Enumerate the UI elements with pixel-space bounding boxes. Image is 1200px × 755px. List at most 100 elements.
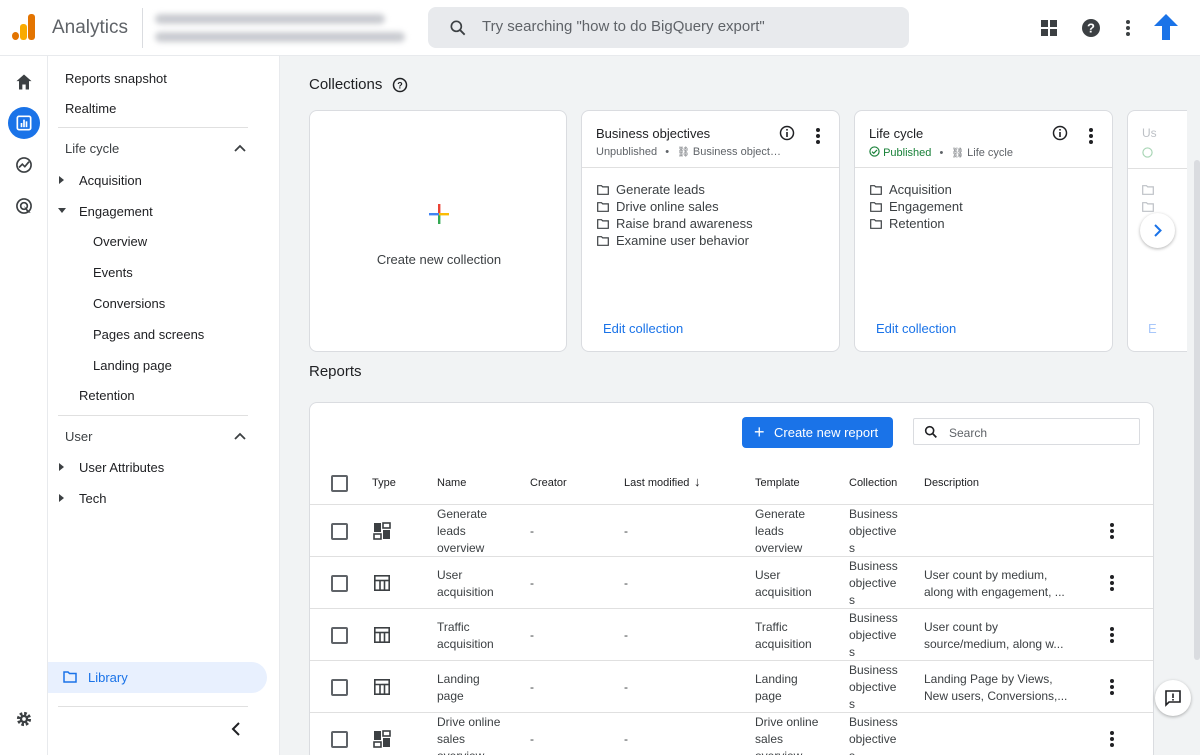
nav-acquisition[interactable]: Acquisition [79, 173, 142, 188]
feedback-button[interactable] [1155, 680, 1191, 716]
card-title: Life cycle [869, 126, 924, 141]
row-checkbox[interactable] [331, 731, 348, 748]
rail-home[interactable] [8, 66, 40, 98]
card-more-icon[interactable] [1089, 128, 1093, 146]
row-more-icon[interactable] [1110, 679, 1114, 697]
status-unpublished: Unpublished [596, 146, 658, 158]
cell-creator: - [530, 732, 534, 746]
cell-modified: - [624, 732, 628, 746]
help-outline-icon[interactable]: ? [392, 77, 408, 93]
info-icon[interactable] [779, 125, 795, 141]
nav-realtime[interactable]: Realtime [65, 101, 116, 116]
cell-name[interactable]: Drive onlinesalesoverview [437, 714, 500, 755]
overview-report-icon [373, 730, 391, 748]
edit-collection-link[interactable]: Edit collection [603, 321, 683, 336]
search-bar[interactable]: Try searching "how to do BigQuery export… [428, 7, 909, 48]
status-published: Published [883, 147, 932, 159]
table-row[interactable]: Generate leads overview - - Generate leads o… [310, 504, 1153, 557]
column-header-name[interactable]: Name [437, 477, 466, 489]
card-status: Published • ⛓ Life cycle [869, 146, 1013, 159]
nav-engagement-events[interactable]: Events [93, 265, 133, 280]
cell-name[interactable]: Generate leads overview [437, 506, 487, 557]
column-header-template[interactable]: Template [755, 477, 800, 489]
detail-report-icon [373, 574, 390, 591]
nav-retention[interactable]: Retention [79, 388, 135, 403]
list-item: Retention [870, 215, 963, 232]
row-checkbox[interactable] [331, 523, 348, 540]
row-more-icon[interactable] [1110, 731, 1114, 749]
row-checkbox[interactable] [331, 575, 348, 592]
cell-name[interactable]: Traffic acquisition [437, 619, 494, 653]
collection-card[interactable]: Life cycle Published • ⛓ Life cycle Acqu… [854, 110, 1113, 352]
card-template: Life cycle [967, 147, 1013, 159]
page-scrollbar[interactable] [1194, 160, 1200, 660]
edit-collection-link[interactable]: Edit collection [876, 321, 956, 336]
nav-reports-snapshot[interactable]: Reports snapshot [65, 71, 167, 86]
settings-gear-icon [16, 711, 32, 727]
column-header-last-modified[interactable]: Last modified [624, 477, 689, 489]
create-new-report-button[interactable]: + Create new report [742, 417, 893, 448]
row-checkbox[interactable] [331, 679, 348, 696]
nav-user-attributes[interactable]: User Attributes [79, 460, 164, 475]
select-all-checkbox[interactable] [331, 475, 348, 492]
help-icon[interactable]: ? [1079, 16, 1103, 40]
folder-icon [1142, 185, 1154, 195]
apps-grid-icon[interactable] [1037, 16, 1061, 40]
nav-engagement[interactable]: Engagement [79, 204, 153, 219]
column-header-description[interactable]: Description [924, 477, 979, 489]
nav-engagement-pages[interactable]: Pages and screens [93, 327, 204, 342]
check-circle-icon [1142, 147, 1153, 158]
rail-admin[interactable] [8, 703, 40, 735]
rail-explore[interactable] [8, 149, 40, 181]
column-header-collection[interactable]: Collection [849, 477, 897, 489]
cell-creator: - [530, 576, 534, 590]
expand-arrow-icon[interactable] [59, 463, 64, 471]
overview-report-icon [373, 522, 391, 540]
nav-engagement-landing[interactable]: Landing page [93, 358, 172, 373]
nav-engagement-overview[interactable]: Overview [93, 234, 147, 249]
row-checkbox[interactable] [331, 627, 348, 644]
collection-card[interactable]: Business objectives Unpublished • ⛓ Busi… [581, 110, 840, 352]
nav-user-heading[interactable]: User [65, 429, 92, 444]
table-row[interactable]: User acquisition - - User acquisition Busi… [310, 556, 1153, 608]
carousel-next-button[interactable] [1140, 213, 1175, 248]
card-topic-list: Generate leads Drive online sales Raise … [597, 181, 753, 249]
column-header-creator[interactable]: Creator [530, 477, 567, 489]
collapse-nav-chevron-icon[interactable] [231, 722, 241, 736]
table-row[interactable]: Landing page - - Landing page Business obje… [310, 660, 1153, 712]
list-item: Generate leads [597, 181, 753, 198]
nav-engagement-conversions[interactable]: Conversions [93, 296, 165, 311]
cell-description: User count by source/medium, along w... [924, 620, 1064, 651]
account-avatar-icon[interactable] [1153, 12, 1179, 42]
account-selector[interactable] [142, 8, 412, 48]
reports-search-input[interactable]: Search [913, 418, 1140, 445]
more-vert-icon[interactable] [1116, 16, 1140, 40]
rail-reports[interactable] [8, 107, 40, 139]
sort-arrow-icon[interactable]: ↓ [694, 474, 701, 489]
chevron-up-icon[interactable] [234, 432, 246, 440]
row-more-icon[interactable] [1110, 575, 1114, 593]
chevron-up-icon[interactable] [234, 144, 246, 152]
product-name[interactable]: Analytics [52, 17, 128, 39]
column-header-type[interactable]: Type [372, 477, 396, 489]
collapse-arrow-icon[interactable] [58, 208, 66, 213]
rail-advertising[interactable] [8, 190, 40, 222]
expand-arrow-icon[interactable] [59, 494, 64, 502]
edit-collection-link[interactable]: E [1148, 321, 1157, 336]
list-item: Examine user behavior [597, 232, 753, 249]
topic-label: Retention [889, 216, 945, 231]
nav-library[interactable]: Library [48, 662, 267, 693]
info-icon[interactable] [1052, 125, 1068, 141]
nav-lifecycle-heading[interactable]: Life cycle [65, 141, 119, 156]
create-collection-card[interactable]: Create new collection [309, 110, 567, 352]
row-more-icon[interactable] [1110, 627, 1114, 645]
cell-name[interactable]: User acquisition [437, 567, 494, 601]
expand-arrow-icon[interactable] [59, 176, 64, 184]
table-row[interactable]: Traffic acquisition - - Traffic acquisitio… [310, 608, 1153, 660]
card-more-icon[interactable] [816, 128, 820, 146]
row-more-icon[interactable] [1110, 523, 1114, 541]
table-row[interactable]: Drive onlinesalesoverview - - Drive onli… [310, 712, 1153, 755]
cell-name[interactable]: Landing page [437, 671, 480, 705]
analytics-logo-icon[interactable] [12, 14, 38, 40]
nav-tech[interactable]: Tech [79, 491, 106, 506]
